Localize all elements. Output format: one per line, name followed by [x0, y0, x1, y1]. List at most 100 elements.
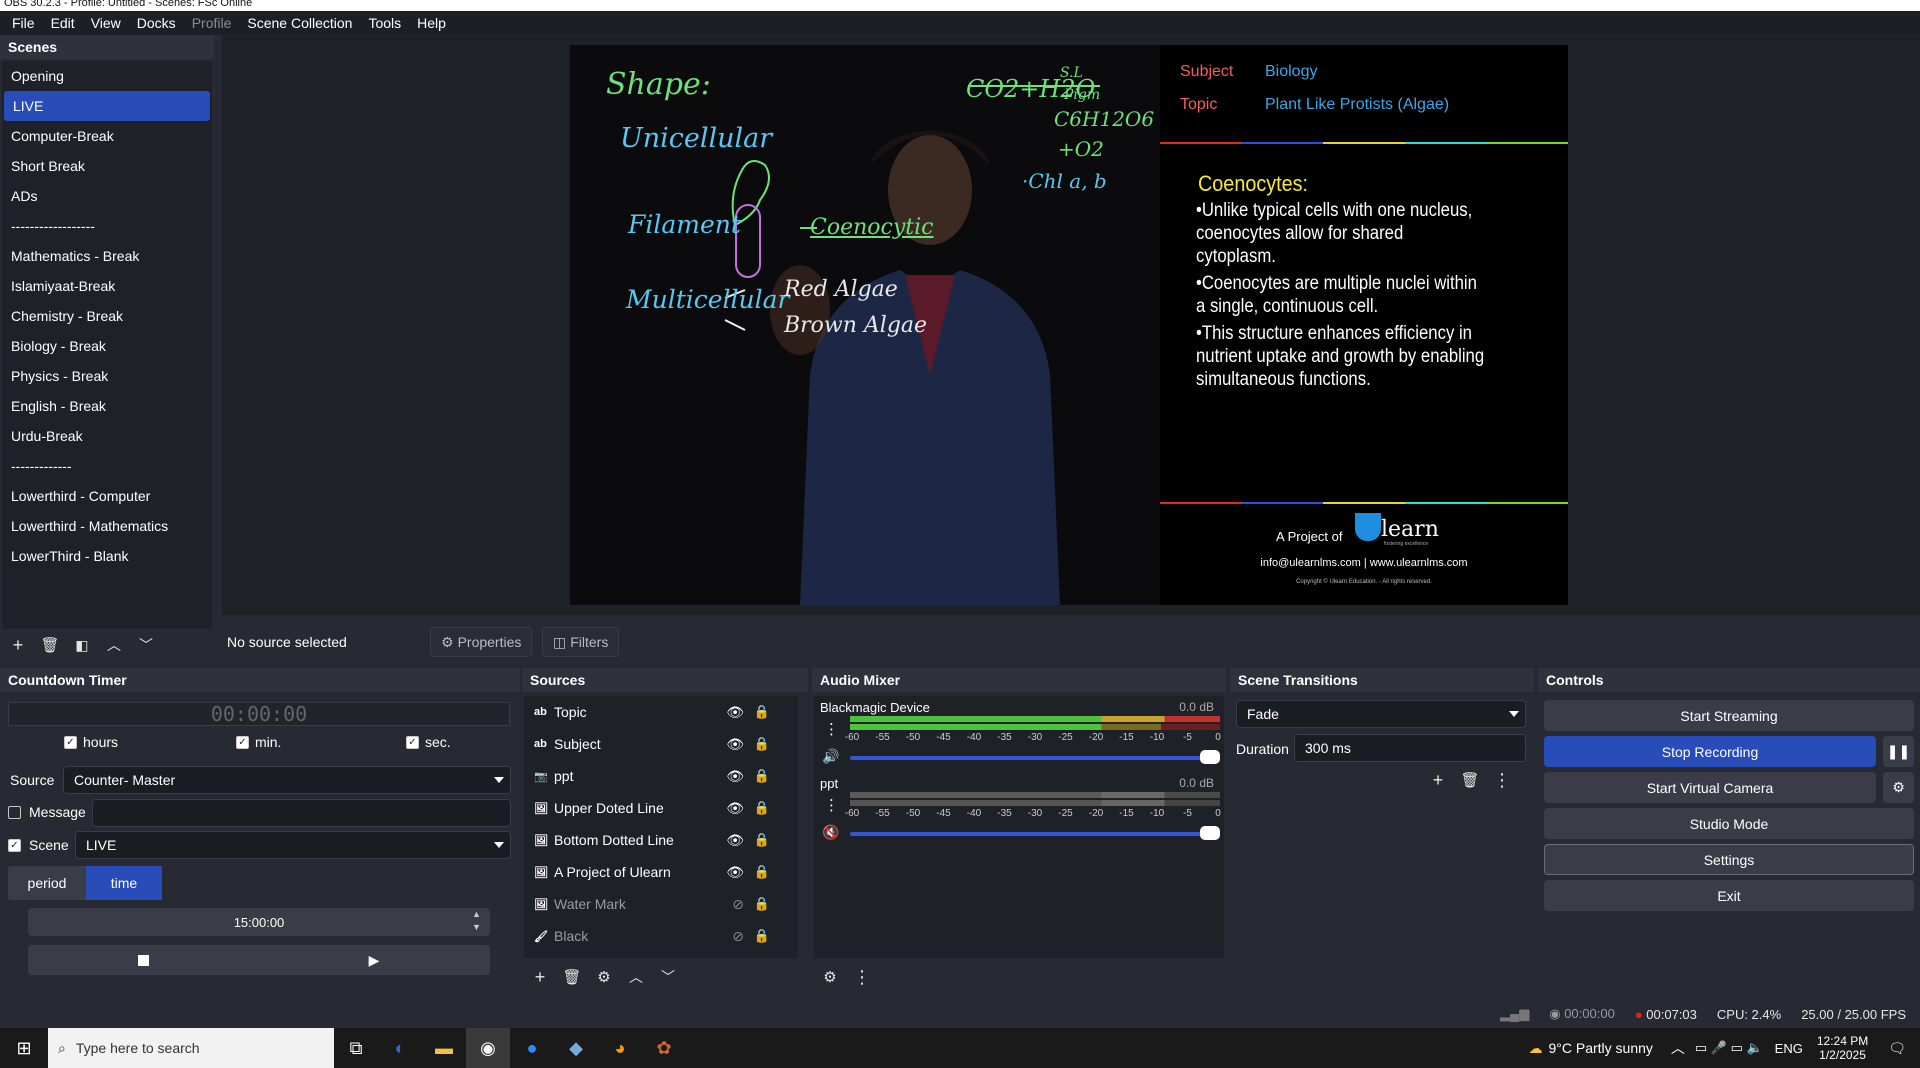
source-item[interactable]: 🖌 Black ⊘ 🔒 — [524, 920, 798, 952]
duration-input[interactable]: 300 ms — [1294, 734, 1526, 762]
menu-tools[interactable]: Tools — [360, 15, 409, 31]
menu-scene-collection[interactable]: Scene Collection — [239, 15, 360, 31]
lock-icon[interactable]: 🔒 — [754, 928, 770, 944]
channel-1-volume-slider[interactable] — [850, 756, 1220, 760]
menu-view[interactable]: View — [83, 15, 129, 31]
zoom-icon[interactable]: ● — [510, 1028, 554, 1068]
scene-item[interactable]: Lowerthird - Computer — [2, 481, 212, 511]
settings-button[interactable]: Settings — [1544, 844, 1914, 875]
time-spinbox[interactable]: 15:00:00 — [28, 908, 490, 936]
source-item[interactable]: ab Subject 👁 🔒 — [524, 728, 798, 760]
menu-profile[interactable]: Profile — [184, 15, 240, 31]
menu-help[interactable]: Help — [409, 15, 454, 31]
virtual-camera-settings-button[interactable]: ⚙ — [1883, 772, 1914, 803]
weather-text[interactable]: 9°C Partly sunny — [1548, 1040, 1652, 1056]
scene-item[interactable]: ADs — [2, 181, 212, 211]
menu-docks[interactable]: Docks — [129, 15, 184, 31]
scene-item[interactable]: Physics - Break — [2, 361, 212, 391]
lock-icon[interactable]: 🔒 — [754, 800, 770, 816]
browser-icon[interactable]: ◕ — [598, 1028, 642, 1068]
remove-source-button[interactable]: 🗑 — [560, 965, 584, 989]
language-indicator[interactable]: ENG — [1775, 1041, 1803, 1056]
notification-icon[interactable]: 🗨 — [1888, 1040, 1906, 1057]
menu-file[interactable]: File — [4, 15, 43, 31]
stop-timer-button[interactable] — [28, 945, 258, 975]
scene-item[interactable]: LowerThird - Blank — [2, 541, 212, 571]
eye-icon[interactable]: 👁 — [726, 832, 744, 849]
menu-edit[interactable]: Edit — [43, 15, 83, 31]
file-explorer-icon[interactable]: ▬ — [422, 1028, 466, 1068]
eye-icon[interactable]: 👁 — [726, 704, 744, 721]
scene-item[interactable]: Short Break — [2, 151, 212, 181]
scene-item[interactable]: Urdu-Break — [2, 421, 212, 451]
countdown-scene-select[interactable]: LIVE — [75, 831, 511, 859]
scene-item[interactable]: Computer-Break — [2, 121, 212, 151]
scene-item[interactable]: Islamiyaat-Break — [2, 271, 212, 301]
start-virtual-camera-button[interactable]: Start Virtual Camera — [1544, 772, 1876, 803]
notes-app-icon[interactable]: ◆ — [554, 1028, 598, 1068]
scene-item[interactable]: LIVE — [4, 91, 210, 121]
filters-button[interactable]: ◫ Filters — [542, 627, 620, 657]
move-scene-down-button[interactable]: ﹀ — [134, 633, 158, 657]
scene-item[interactable]: Opening — [2, 61, 212, 91]
scene-checkbox[interactable]: ✓ — [8, 838, 21, 852]
lock-icon[interactable]: 🔒 — [754, 768, 770, 784]
scene-item[interactable]: ------------------ — [2, 211, 212, 241]
source-item[interactable]: 📷 ppt 👁 🔒 — [524, 760, 798, 792]
scene-item[interactable]: Mathematics - Break — [2, 241, 212, 271]
add-transition-button[interactable]: + — [1426, 768, 1450, 792]
source-item[interactable]: 🖼 A Project of Ulearn 👁 🔒 — [524, 856, 798, 888]
scene-filters-button[interactable]: ◧ — [70, 633, 94, 657]
min-checkbox[interactable]: ✓ — [236, 735, 249, 749]
windows-start-icon[interactable]: ⊞ — [0, 1028, 48, 1068]
muted-speaker-icon[interactable]: 🔇 — [822, 824, 839, 841]
message-option[interactable]: Message — [8, 804, 86, 820]
channel-2-volume-handle[interactable] — [1200, 826, 1220, 840]
tab-time[interactable]: time — [86, 866, 162, 900]
tray-chevron-icon[interactable]: ︿ — [1671, 1038, 1685, 1058]
min-option[interactable]: ✓ min. — [236, 734, 281, 750]
program-preview[interactable]: Shape: Unicellular Filament Coenocytic M… — [570, 45, 1568, 605]
eye-icon[interactable]: 👁 — [726, 768, 744, 785]
source-item[interactable]: ab Topic 👁 🔒 — [524, 696, 798, 728]
lock-icon[interactable]: 🔒 — [754, 832, 770, 848]
sec-option[interactable]: ✓ sec. — [406, 734, 451, 750]
tray-icons[interactable]: ▭ 🎤 ▭ 🔈 — [1695, 1040, 1763, 1056]
obs-icon[interactable]: ◉ — [466, 1028, 510, 1068]
transition-select[interactable]: Fade — [1236, 700, 1526, 728]
pause-recording-button[interactable]: ❚❚ — [1883, 736, 1914, 767]
advanced-audio-button[interactable]: ⚙ — [818, 965, 842, 989]
eye-icon[interactable]: 👁 — [726, 800, 744, 817]
lock-icon[interactable]: 🔒 — [754, 864, 770, 880]
source-item[interactable]: 🖼 Water Mark ⊘ 🔒 — [524, 888, 798, 920]
move-source-up-button[interactable]: ︿ — [624, 965, 648, 989]
eye-hidden-icon[interactable]: ⊘ — [732, 928, 744, 945]
message-input[interactable] — [92, 799, 511, 827]
eye-icon[interactable]: 👁 — [726, 864, 744, 881]
mixer-menu-button[interactable]: ⋮ — [850, 965, 874, 989]
scene-option[interactable]: ✓ Scene — [8, 837, 69, 853]
hours-checkbox[interactable]: ✓ — [64, 735, 77, 749]
chevron-down-icon[interactable]: ▼ — [472, 921, 481, 934]
edge-icon[interactable]: ◐ — [378, 1028, 422, 1068]
studio-mode-button[interactable]: Studio Mode — [1544, 808, 1914, 839]
add-source-button[interactable]: + — [528, 965, 552, 989]
channel-1-volume-handle[interactable] — [1200, 750, 1220, 764]
chevron-up-icon[interactable]: ▲ — [472, 908, 481, 921]
add-scene-button[interactable]: + — [6, 633, 30, 657]
eye-icon[interactable]: 👁 — [726, 736, 744, 753]
lock-icon[interactable]: 🔒 — [754, 896, 770, 912]
start-streaming-button[interactable]: Start Streaming — [1544, 700, 1914, 731]
exit-button[interactable]: Exit — [1544, 880, 1914, 911]
task-view-icon[interactable]: ⧉ — [334, 1028, 378, 1068]
app-icon[interactable]: ✿ — [642, 1028, 686, 1068]
stop-recording-button[interactable]: Stop Recording — [1544, 736, 1876, 767]
source-item[interactable]: 🖼 Bottom Dotted Line 👁 🔒 — [524, 824, 798, 856]
channel-2-menu-icon[interactable]: ⋮ — [824, 796, 839, 814]
lock-icon[interactable]: 🔒 — [754, 736, 770, 752]
lock-icon[interactable]: 🔒 — [754, 704, 770, 720]
message-checkbox[interactable] — [8, 805, 21, 819]
scene-item[interactable]: Lowerthird - Mathematics — [2, 511, 212, 541]
remove-scene-button[interactable]: 🗑 — [38, 633, 62, 657]
scene-item[interactable]: English - Break — [2, 391, 212, 421]
